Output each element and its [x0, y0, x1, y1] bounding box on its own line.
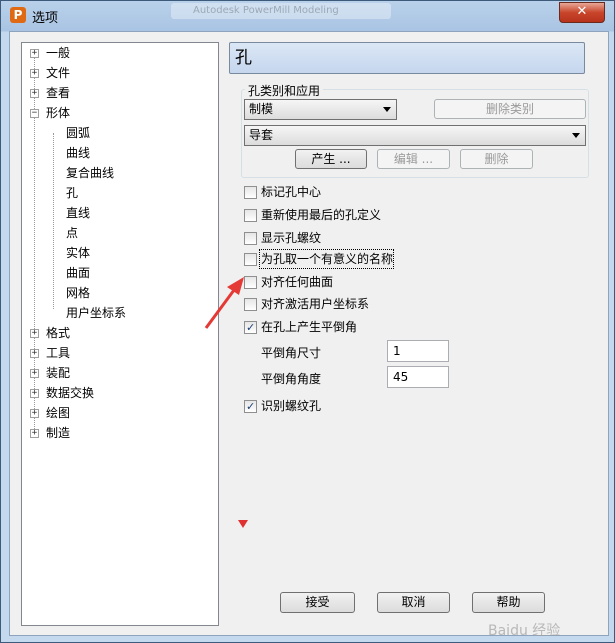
annotation-arrow-icon [204, 277, 244, 329]
arrow-shaft [204, 285, 239, 329]
options-dialog: P 选项 Autodesk PowerMill Modeling ✕ + 一般 +… [0, 0, 615, 643]
arrow-head [227, 277, 244, 295]
